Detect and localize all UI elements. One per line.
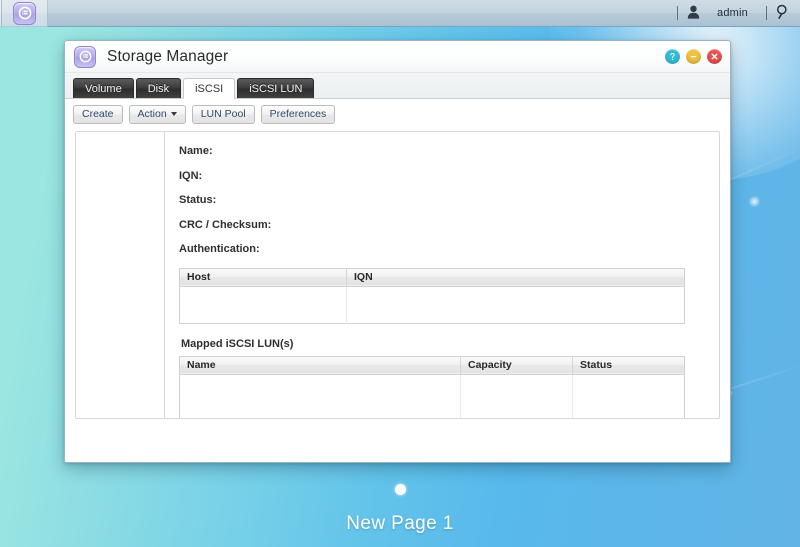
mapped-luns-table[interactable]: Name Capacity Status <box>179 355 685 418</box>
mapped-luns-label: Mapped iSCSI LUN(s) <box>181 337 294 350</box>
desktop-page-indicator: New Page 1 <box>0 484 800 535</box>
storage-manager-icon <box>13 1 36 25</box>
storage-manager-window: Storage Manager Volume Disk iSCSI iSCSI … <box>64 40 731 463</box>
column-header-status[interactable]: Status <box>572 356 685 375</box>
user-icon <box>687 5 700 22</box>
taskbar-divider <box>766 6 767 20</box>
create-button[interactable]: Create <box>73 104 123 124</box>
field-status: Status: <box>179 194 217 206</box>
column-header-capacity[interactable]: Capacity <box>460 356 573 375</box>
create-button-label: Create <box>82 108 114 120</box>
table-empty-row <box>179 286 685 323</box>
allowed-initiators-table[interactable]: Host IQN <box>179 267 685 324</box>
tab-bar: Volume Disk iSCSI iSCSI LUN <box>65 73 730 99</box>
column-header-iqn[interactable]: IQN <box>346 268 685 287</box>
chevron-down-icon <box>170 112 177 116</box>
desktop: admin Storage Manager Volume Disk iSCSI … <box>0 0 800 547</box>
tab-iscsi[interactable]: iSCSI <box>183 78 236 99</box>
close-button[interactable] <box>707 49 722 64</box>
table-cell <box>460 374 573 418</box>
window-titlebar[interactable]: Storage Manager <box>65 41 730 73</box>
table-cell <box>572 374 685 418</box>
tab-disk[interactable]: Disk <box>135 78 182 98</box>
user-menu-button[interactable] <box>680 0 707 27</box>
field-authentication: Authentication: <box>179 243 260 255</box>
background-lens-dot <box>749 196 760 207</box>
field-name: Name: <box>179 145 213 157</box>
table-body <box>179 374 685 418</box>
iscsi-target-list[interactable] <box>76 132 165 418</box>
iscsi-target-details: Name: IQN: Status: CRC / Checksum: Authe… <box>165 132 719 418</box>
lun-pool-button[interactable]: LUN Pool <box>191 104 255 124</box>
table-header-row: Name Capacity Status <box>179 356 685 375</box>
preferences-button[interactable]: Preferences <box>260 104 336 124</box>
action-menu-label: Action <box>137 108 167 120</box>
storage-manager-icon <box>74 45 96 68</box>
table-header-row: Host IQN <box>179 268 685 287</box>
top-taskbar: admin <box>0 0 800 27</box>
taskbar-item-storage-manager[interactable] <box>2 0 48 27</box>
search-icon <box>776 4 790 22</box>
table-cell <box>179 374 461 418</box>
page-dot-indicator[interactable] <box>394 484 406 495</box>
column-header-host[interactable]: Host <box>179 268 347 287</box>
lun-pool-button-label: LUN Pool <box>200 108 246 120</box>
taskbar-divider <box>677 6 679 20</box>
user-name-label: admin <box>717 7 748 19</box>
search-button[interactable] <box>769 0 800 27</box>
table-cell <box>346 286 685 323</box>
page-label: New Page 1 <box>346 513 454 534</box>
column-header-name[interactable]: Name <box>179 356 461 375</box>
field-iqn: IQN: <box>179 169 203 182</box>
table-empty-row <box>179 374 685 418</box>
help-button[interactable] <box>665 49 680 64</box>
action-menu-button[interactable]: Action <box>128 104 186 124</box>
action-toolbar: Create Action LUN Pool Preferences <box>65 99 730 129</box>
tab-volume[interactable]: Volume <box>73 78 134 98</box>
table-cell <box>179 286 347 323</box>
minimize-button[interactable] <box>686 49 701 64</box>
tab-iscsi-lun[interactable]: iSCSI LUN <box>237 78 315 98</box>
preferences-button-label: Preferences <box>269 108 327 120</box>
field-crc-checksum: CRC / Checksum: <box>179 218 272 231</box>
window-title: Storage Manager <box>107 47 229 65</box>
window-controls <box>665 49 722 64</box>
table-body <box>179 286 685 323</box>
iscsi-content-panel: Name: IQN: Status: CRC / Checksum: Authe… <box>75 131 720 419</box>
